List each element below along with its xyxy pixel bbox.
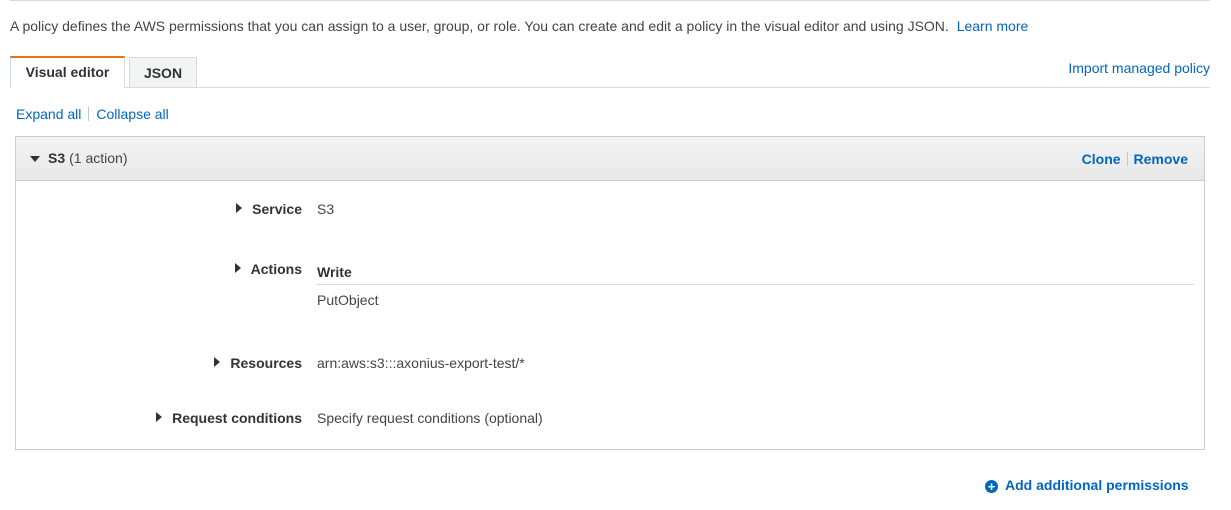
resources-row-label[interactable]: Resources — [214, 355, 302, 371]
resources-label: Resources — [230, 355, 302, 371]
remove-link[interactable]: Remove — [1134, 151, 1188, 167]
caret-down-icon[interactable] — [30, 156, 40, 162]
action-item: PutObject — [317, 292, 379, 308]
import-managed-policy-link[interactable]: Import managed policy — [1068, 60, 1210, 76]
conditions-label: Request conditions — [172, 410, 302, 426]
caret-right-icon — [156, 412, 163, 422]
top-divider — [10, 0, 1210, 1]
statement-actions: Clone Remove — [1082, 151, 1188, 167]
caret-right-icon — [214, 357, 221, 367]
conditions-row-label[interactable]: Request conditions — [156, 410, 302, 426]
service-label: Service — [252, 201, 302, 217]
actions-group-heading: Write — [317, 264, 1194, 285]
editor-tabs: Visual editor JSON Import managed policy — [10, 56, 1210, 88]
collapse-all-link[interactable]: Collapse all — [96, 106, 168, 122]
expand-all-link[interactable]: Expand all — [16, 106, 81, 122]
service-value: S3 — [317, 201, 335, 217]
resources-value: arn:aws:s3:::axonius-export-test/* — [317, 355, 525, 371]
policy-description-text: A policy defines the AWS permissions tha… — [10, 18, 949, 34]
add-permissions-label: Add additional permissions — [1005, 477, 1189, 493]
add-additional-permissions-button[interactable]: + Add additional permissions — [985, 477, 1189, 493]
caret-right-icon — [236, 203, 243, 213]
statement-action-count: (1 action) — [69, 150, 128, 166]
actions-list: Write PutObject — [317, 264, 1194, 308]
clone-link[interactable]: Clone — [1082, 151, 1121, 167]
statement-title: S3 (1 action) — [48, 150, 127, 166]
divider — [88, 107, 90, 121]
request-conditions-link[interactable]: Specify request conditions (optional) — [317, 410, 543, 426]
learn-more-link[interactable]: Learn more — [957, 18, 1029, 34]
plus-circle-icon: + — [985, 480, 998, 493]
actions-row-label[interactable]: Actions — [234, 261, 302, 277]
divider — [1126, 152, 1128, 166]
service-row-label[interactable]: Service — [236, 201, 302, 217]
tab-visual-editor[interactable]: Visual editor — [10, 56, 125, 88]
expand-collapse-controls: Expand all Collapse all — [16, 106, 169, 122]
tab-json[interactable]: JSON — [129, 57, 197, 87]
policy-description: A policy defines the AWS permissions tha… — [10, 18, 1028, 34]
statement-service: S3 — [48, 150, 66, 166]
statement-header[interactable]: S3 (1 action) Clone Remove — [16, 137, 1204, 181]
actions-label: Actions — [250, 261, 302, 277]
permission-statement-panel: S3 (1 action) Clone Remove Service S3 Acti… — [15, 136, 1205, 450]
caret-right-icon — [234, 263, 241, 273]
